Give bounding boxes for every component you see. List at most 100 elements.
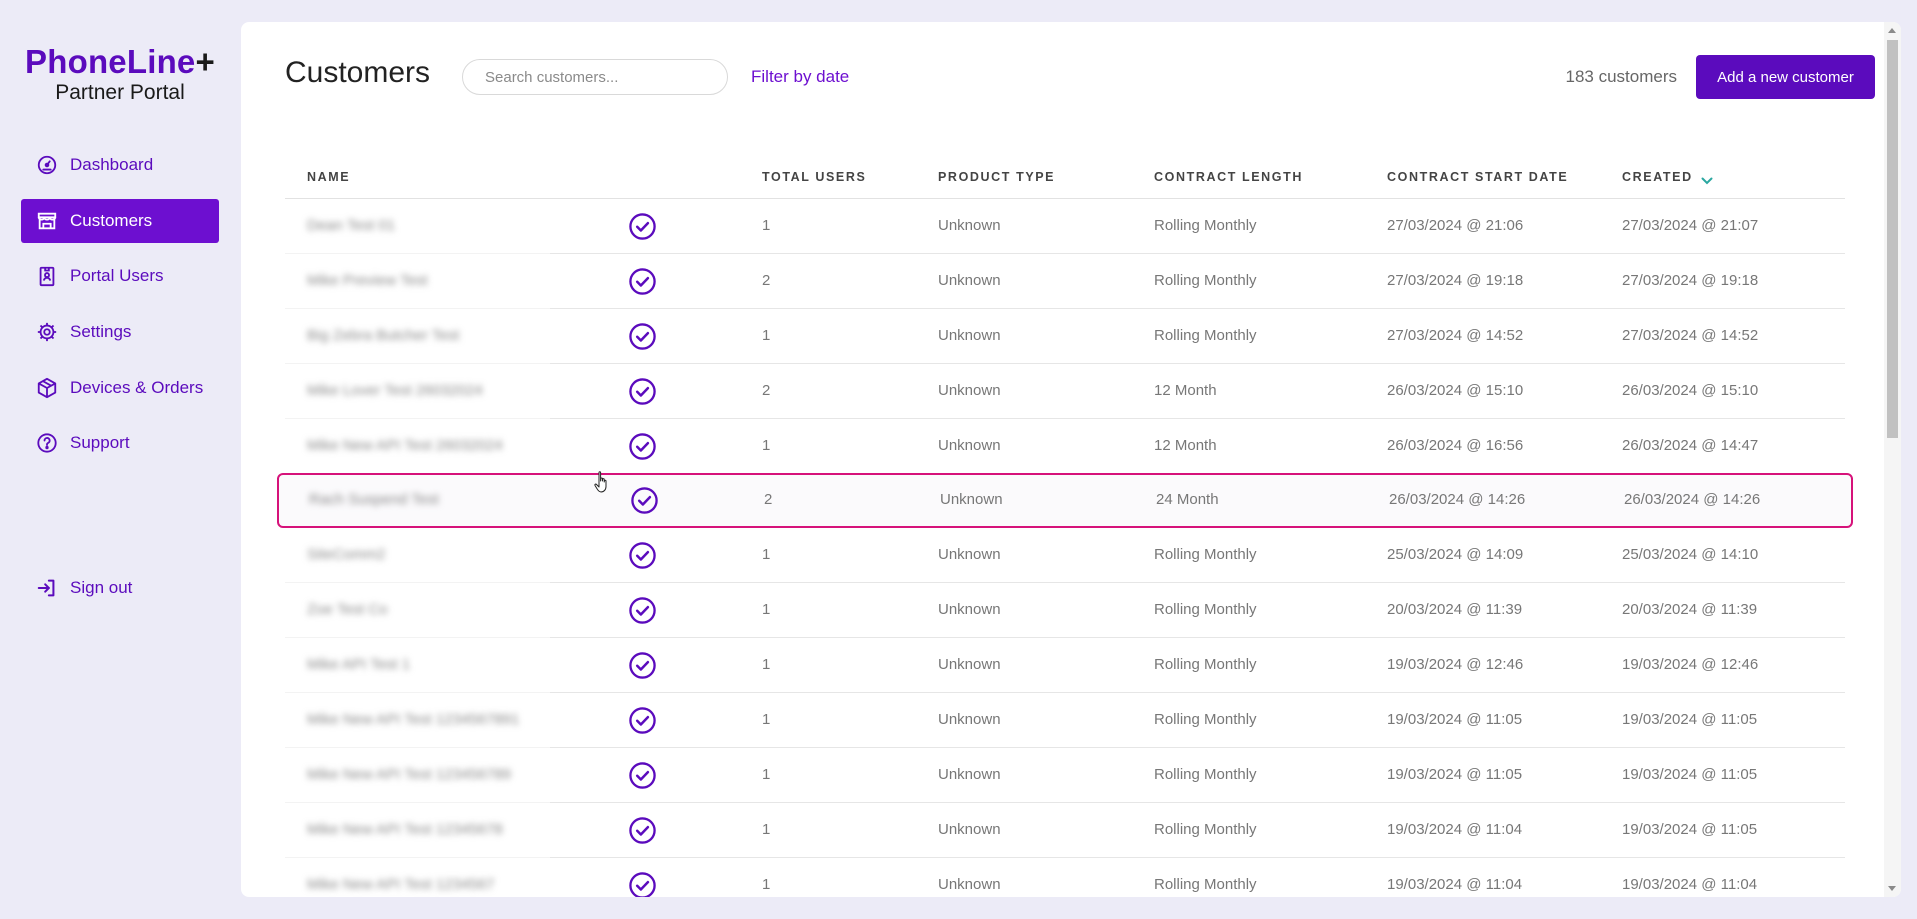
customers-table: Name Total Users Product Type Contract L… (277, 152, 1853, 897)
vertical-scrollbar[interactable] (1884, 22, 1901, 897)
table-row[interactable]: SiteComm2 1 Unknown Rolling Monthly 25/03/20… (285, 528, 1845, 583)
search-input[interactable] (462, 59, 728, 95)
table-row[interactable]: Mike New API Test 1234567891 1 Unknown Roll… (285, 693, 1845, 748)
scroll-up-arrow-icon[interactable] (1888, 28, 1896, 33)
total-users: 1 (762, 711, 771, 728)
check-circle-icon (628, 651, 657, 680)
customer-name[interactable]: Mike Preview Test (307, 272, 428, 289)
sidebar-item-settings[interactable]: Settings (21, 310, 219, 354)
sidebar-item-customers[interactable]: Customers (21, 199, 219, 243)
contract-length: Rolling Monthly (1154, 876, 1257, 893)
total-users: 2 (764, 491, 773, 508)
sidebar-item-devices-orders[interactable]: Devices & Orders (21, 366, 219, 410)
created-date: 27/03/2024 @ 14:52 (1622, 327, 1759, 344)
table-row[interactable]: Mike Preview Test 2 Unknown Rolling Monthly… (285, 254, 1845, 309)
table-row[interactable]: Mike New API Test 1234567 1 Unknown Rolling… (285, 858, 1845, 897)
add-customer-button[interactable]: Add a new customer (1696, 55, 1875, 99)
product-type: Unknown (940, 491, 1003, 508)
contract-length: Rolling Monthly (1154, 272, 1257, 289)
table-row[interactable]: Mike Lover Test 26032024 2 Unknown 12 Month… (285, 364, 1845, 419)
created-date: 20/03/2024 @ 11:39 (1622, 601, 1758, 618)
customer-name[interactable]: Mike New API Test 26032024 (307, 437, 503, 454)
sidebar-item-label: Dashboard (70, 155, 154, 174)
contract-length: Rolling Monthly (1154, 821, 1257, 838)
page-title: Customers (285, 56, 431, 89)
table-row[interactable]: Mike New API Test 123456789 1 Unknown Rolli… (285, 748, 1845, 803)
created-date: 27/03/2024 @ 19:18 (1622, 272, 1759, 289)
check-circle-icon (628, 212, 657, 241)
hand-pointer-cursor-icon (594, 471, 607, 493)
total-users: 1 (762, 546, 771, 563)
contract-start-date: 20/03/2024 @ 11:39 (1387, 601, 1523, 618)
table-row[interactable]: Big Zebra Butcher Test 1 Unknown Rolling Mo… (285, 309, 1845, 364)
table-row[interactable]: Dean Test 01 1 Unknown Rolling Monthly 27/03… (285, 199, 1845, 254)
total-users: 1 (762, 601, 771, 618)
contract-start-date: 26/03/2024 @ 15:10 (1387, 382, 1524, 399)
brand-name: PhoneLine+ (25, 43, 215, 80)
table-row[interactable]: Mike New API Test 12345678 1 Unknown Rollin… (285, 803, 1845, 858)
column-header-created[interactable]: Created (1622, 170, 1713, 185)
customer-name[interactable]: Rach Suspend Test (309, 491, 439, 508)
sidebar-item-label: Portal Users (70, 266, 164, 285)
table-row[interactable]: Rach Suspend Test 2 Unknown 24 Month 26/03/2… (277, 473, 1853, 528)
table-row[interactable]: Mike API Test 1 1 Unknown Rolling Monthly 19… (285, 638, 1845, 693)
product-type: Unknown (938, 766, 1001, 783)
product-type: Unknown (938, 546, 1001, 563)
scroll-down-arrow-icon[interactable] (1888, 886, 1896, 891)
created-date: 19/03/2024 @ 11:05 (1622, 766, 1758, 783)
customer-name[interactable]: Mike Lover Test 26032024 (307, 382, 483, 399)
customer-name[interactable]: Mike New API Test 123456789 (307, 766, 511, 783)
contract-start-date: 19/03/2024 @ 11:04 (1387, 821, 1523, 838)
sidebar-item-label: Customers (70, 211, 153, 230)
customer-name[interactable]: Mike New API Test 12345678 (307, 821, 503, 838)
contract-start-date: 27/03/2024 @ 21:06 (1387, 217, 1524, 234)
created-date: 25/03/2024 @ 14:10 (1622, 546, 1759, 563)
created-date: 27/03/2024 @ 21:07 (1622, 217, 1759, 234)
contract-start-date: 26/03/2024 @ 16:56 (1387, 437, 1524, 454)
customer-name[interactable]: Zoe Test Co (307, 601, 388, 618)
brand-logo[interactable]: PhoneLine+ Partner Portal (0, 44, 240, 105)
column-header-contract-start-date[interactable]: Contract Start Date (1387, 170, 1568, 184)
scroll-thumb[interactable] (1887, 40, 1898, 438)
customer-name[interactable]: Mike API Test 1 (307, 656, 410, 673)
check-circle-icon (628, 816, 657, 845)
customer-name[interactable]: Big Zebra Butcher Test (307, 327, 459, 344)
customer-name[interactable]: Mike New API Test 1234567 (307, 876, 494, 893)
created-date: 19/03/2024 @ 11:05 (1622, 821, 1758, 838)
contract-length: 24 Month (1156, 491, 1219, 508)
product-type: Unknown (938, 437, 1001, 454)
column-header-created-label: Created (1622, 170, 1693, 184)
sign-out-label: Sign out (70, 578, 133, 597)
contract-start-date: 19/03/2024 @ 11:04 (1387, 876, 1523, 893)
column-header-name[interactable]: Name (307, 170, 350, 184)
total-users: 1 (762, 876, 771, 893)
product-type: Unknown (938, 382, 1001, 399)
contract-length: Rolling Monthly (1154, 711, 1257, 728)
sidebar-item-dashboard[interactable]: Dashboard (21, 143, 219, 187)
customer-name[interactable]: Mike New API Test 1234567891 (307, 711, 519, 728)
total-users: 1 (762, 821, 771, 838)
column-header-total-users[interactable]: Total Users (762, 170, 866, 184)
column-header-product-type[interactable]: Product Type (938, 170, 1055, 184)
contract-length: Rolling Monthly (1154, 656, 1257, 673)
dashboard-gauge-icon (36, 154, 58, 176)
created-date: 19/03/2024 @ 11:05 (1622, 711, 1758, 728)
total-users: 1 (762, 766, 771, 783)
sign-out-icon (36, 577, 58, 599)
contract-length: Rolling Monthly (1154, 217, 1257, 234)
column-header-contract-length[interactable]: Contract Length (1154, 170, 1303, 184)
sign-out-button[interactable]: Sign out (21, 566, 219, 610)
total-users: 1 (762, 327, 771, 344)
customer-name[interactable]: SiteComm2 (307, 546, 385, 563)
package-box-icon (36, 377, 58, 399)
table-header: Name Total Users Product Type Contract L… (285, 152, 1845, 199)
filter-by-date-link[interactable]: Filter by date (751, 67, 849, 87)
table-row[interactable]: Mike New API Test 26032024 1 Unknown 12 Mon… (285, 419, 1845, 474)
customer-name[interactable]: Dean Test 01 (307, 217, 395, 234)
sidebar-item-portal-users[interactable]: Portal Users (21, 254, 219, 298)
table-row[interactable]: Zoe Test Co 1 Unknown Rolling Monthly 20/03/… (285, 583, 1845, 638)
sidebar-item-support[interactable]: Support (21, 421, 219, 465)
contract-start-date: 26/03/2024 @ 14:26 (1389, 491, 1526, 508)
main-panel: Customers Filter by date 183 customers A… (241, 22, 1901, 897)
product-type: Unknown (938, 821, 1001, 838)
